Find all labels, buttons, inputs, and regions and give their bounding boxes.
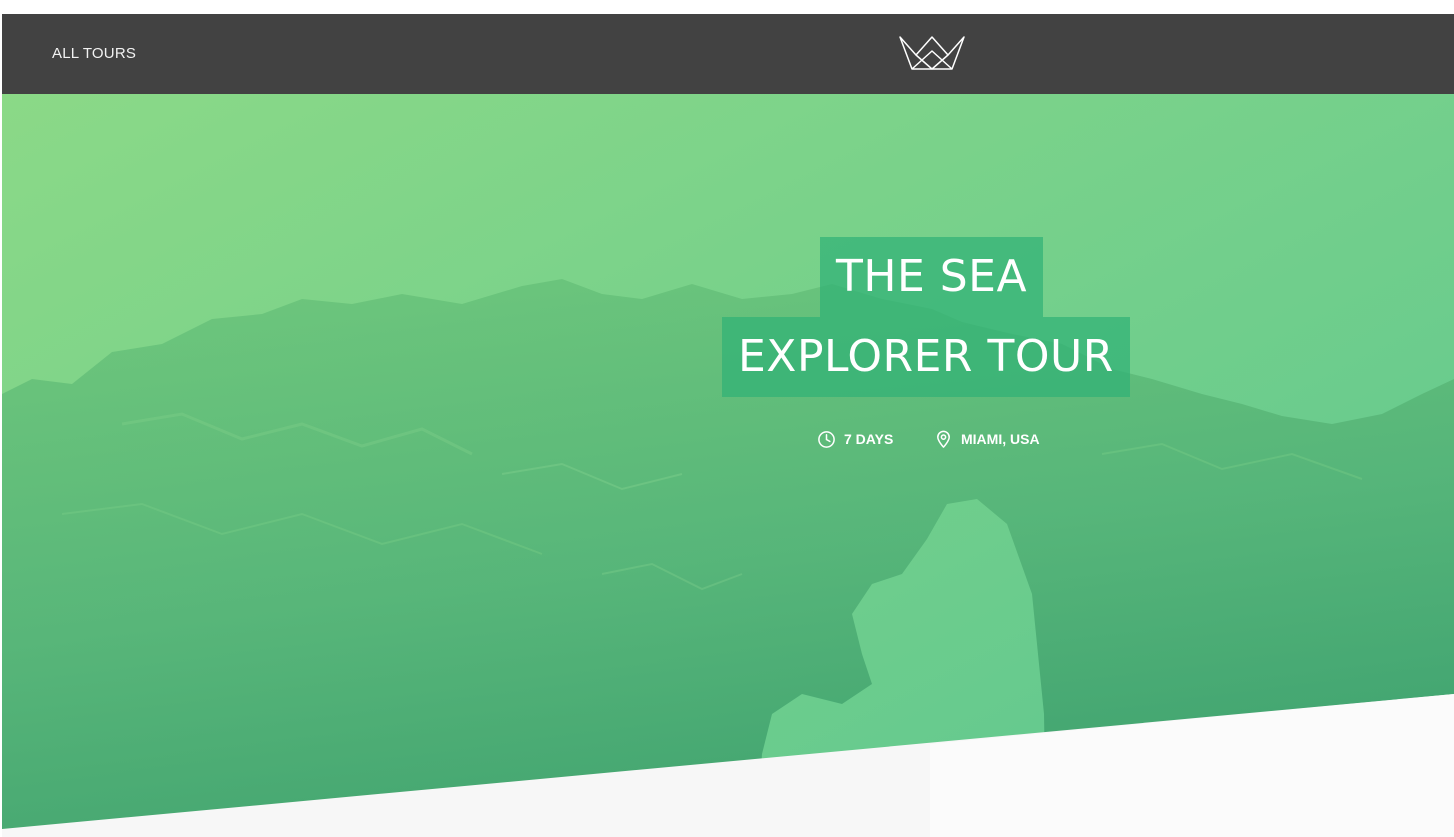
crown-icon[interactable] bbox=[898, 35, 966, 71]
tour-location: MIAMI, USA bbox=[934, 429, 1040, 449]
all-tours-link[interactable]: ALL TOURS bbox=[52, 45, 136, 62]
tour-duration-label: 7 DAYS bbox=[844, 431, 894, 447]
tour-title-line-2: EXPLORER TOUR bbox=[722, 317, 1130, 397]
tour-duration: 7 DAYS bbox=[817, 429, 893, 449]
tour-meta: 7 DAYS MIAMI, USA bbox=[2, 429, 1454, 449]
hero-banner: THE SEA EXPLORER TOUR 7 DAYS MIAMI, USA bbox=[2, 94, 1454, 837]
tour-title-line-1: THE SEA bbox=[820, 237, 1044, 317]
map-pin-icon bbox=[937, 430, 950, 448]
top-navbar: ALL TOURS bbox=[2, 14, 1454, 94]
page: THE SEA EXPLORER TOUR 7 DAYS MIAMI, USA bbox=[2, 14, 1454, 837]
tour-location-label: MIAMI, USA bbox=[961, 431, 1040, 447]
clock-icon bbox=[818, 430, 835, 448]
hero-background-image bbox=[2, 94, 1454, 837]
